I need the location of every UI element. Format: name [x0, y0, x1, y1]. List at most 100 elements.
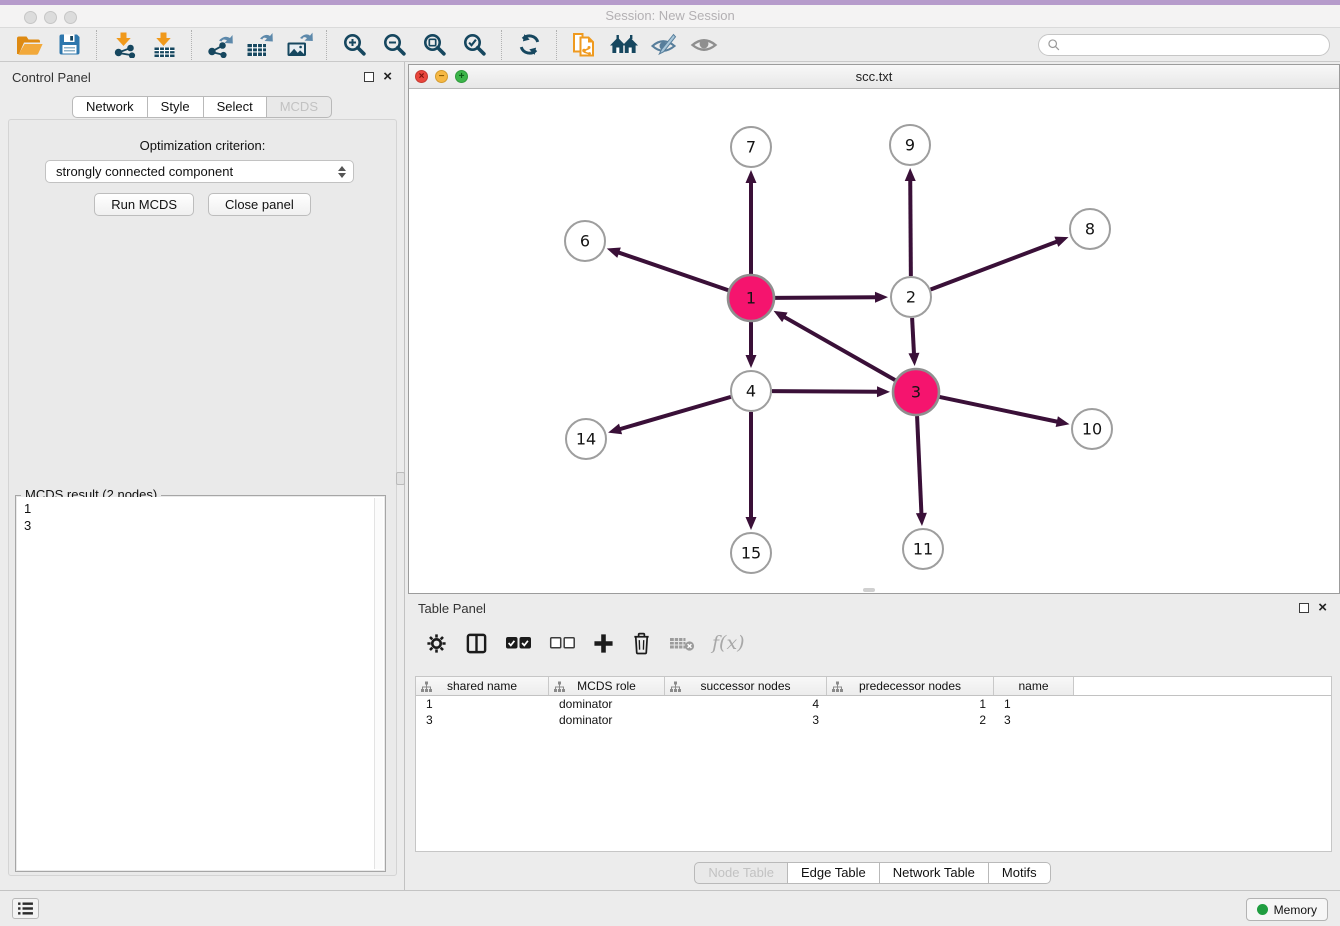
graph-edge-3-1[interactable]	[783, 316, 895, 380]
tab-network-table[interactable]: Network Table	[879, 862, 989, 884]
memory-status-icon	[1257, 904, 1268, 915]
mcds-panel: Optimization criterion: strongly connect…	[8, 119, 397, 876]
criterion-select[interactable]: strongly connected component	[45, 160, 354, 183]
export-network-icon[interactable]	[203, 30, 235, 60]
zoom-out-icon[interactable]	[378, 30, 410, 60]
zoom-fit-icon[interactable]	[418, 30, 450, 60]
graph-edge-arrow	[607, 247, 621, 257]
optimization-criterion-label: Optimization criterion:	[9, 138, 396, 153]
cell-shared-name[interactable]: 3	[416, 712, 549, 728]
cell-name[interactable]: 1	[994, 696, 1074, 712]
export-table-icon[interactable]	[243, 30, 275, 60]
import-network-icon[interactable]	[108, 30, 140, 60]
cell-successor-nodes[interactable]: 4	[665, 696, 827, 712]
float-panel-icon[interactable]	[364, 72, 374, 82]
graph-edge-arrow	[746, 517, 757, 530]
panel-divider-grip[interactable]	[396, 472, 405, 485]
control-panel-title: Control Panel	[12, 70, 91, 85]
column-header-successor-nodes[interactable]: successor nodes	[665, 677, 827, 695]
table-header-row: shared nameMCDS rolesuccessor nodesprede…	[416, 677, 1331, 696]
hide-graphics-details-icon[interactable]	[648, 30, 680, 60]
open-session-icon[interactable]	[13, 30, 45, 60]
list-icon	[17, 902, 34, 915]
tab-mcds[interactable]: MCDS	[266, 96, 332, 118]
column-header-name[interactable]: name	[994, 677, 1074, 695]
tab-style[interactable]: Style	[147, 96, 204, 118]
main-titlebar: Session: New Session	[0, 5, 1340, 28]
zoom-in-icon[interactable]	[338, 30, 370, 60]
task-history-button[interactable]	[12, 898, 39, 919]
graph-edge-3-10[interactable]	[939, 397, 1058, 422]
mcds-result-line: 3	[24, 517, 377, 534]
cell-shared-name[interactable]: 1	[416, 696, 549, 712]
show-graphics-details-icon[interactable]	[688, 30, 720, 60]
network-view-title: scc.txt	[409, 65, 1339, 89]
graph-node-label: 15	[741, 544, 761, 563]
tab-node-table[interactable]: Node Table	[694, 862, 788, 884]
graph-edge-arrow	[916, 513, 927, 526]
home-view-icon[interactable]	[608, 30, 640, 60]
table-row[interactable]: 1dominator411	[416, 696, 1331, 712]
column-header-predecessor-nodes[interactable]: predecessor nodes	[827, 677, 994, 695]
mcds-result-textarea[interactable]: 13	[17, 497, 384, 870]
graph-edge-1-2[interactable]	[775, 297, 877, 298]
graph-edge-2-8[interactable]	[931, 241, 1059, 289]
network-window-titlebar[interactable]: × − + scc.txt	[409, 65, 1339, 89]
select-all-columns-icon[interactable]	[505, 629, 532, 657]
unselect-all-columns-icon[interactable]	[549, 629, 576, 657]
graph-edge-3-11[interactable]	[917, 416, 921, 515]
graph-edge-arrow	[875, 292, 888, 303]
zoom-selected-icon[interactable]	[458, 30, 490, 60]
cell-MCDS-role[interactable]: dominator	[549, 712, 665, 728]
column-header-shared-name[interactable]: shared name	[416, 677, 549, 695]
save-session-icon[interactable]	[53, 30, 85, 60]
memory-button[interactable]: Memory	[1246, 898, 1328, 921]
graph-node-label: 10	[1082, 420, 1102, 439]
tab-edge-table[interactable]: Edge Table	[787, 862, 880, 884]
graph-edge-arrow	[746, 170, 757, 183]
table-settings-icon[interactable]	[425, 629, 448, 657]
close-panel-button[interactable]: Close panel	[208, 193, 311, 216]
close-panel-icon[interactable]: ×	[383, 72, 392, 82]
graph-node-label: 11	[913, 540, 933, 559]
graph-edge-4-14[interactable]	[619, 397, 731, 430]
cell-predecessor-nodes[interactable]: 2	[827, 712, 994, 728]
split-panel-icon[interactable]	[465, 629, 488, 657]
close-table-panel-icon[interactable]: ×	[1318, 603, 1327, 613]
graph-edge-2-9[interactable]	[910, 179, 911, 276]
tab-motifs[interactable]: Motifs	[988, 862, 1051, 884]
network-graph: 7968124314101511	[409, 89, 1339, 593]
graph-node-label: 14	[576, 430, 596, 449]
delete-column-icon[interactable]	[631, 629, 652, 657]
tab-network[interactable]: Network	[72, 96, 148, 118]
refresh-icon[interactable]	[513, 30, 545, 60]
graph-edge-1-6[interactable]	[617, 252, 728, 290]
function-builder-icon: f(x)	[712, 629, 745, 657]
run-mcds-button[interactable]: Run MCDS	[94, 193, 194, 216]
network-snapshot-icon[interactable]	[568, 30, 600, 60]
table-panel-tabs: Node TableEdge TableNetwork TableMotifs	[405, 862, 1340, 884]
column-header-MCDS-role[interactable]: MCDS role	[549, 677, 665, 695]
export-image-icon[interactable]	[283, 30, 315, 60]
canvas-resize-grip[interactable]	[863, 588, 875, 592]
graph-edge-2-3[interactable]	[912, 318, 914, 355]
graph-edge-arrow	[746, 355, 757, 368]
network-canvas[interactable]: 7968124314101511	[409, 89, 1339, 593]
graph-edge-4-3[interactable]	[772, 391, 879, 392]
import-table-icon[interactable]	[148, 30, 180, 60]
cell-successor-nodes[interactable]: 3	[665, 712, 827, 728]
memory-label: Memory	[1274, 903, 1317, 917]
add-column-icon[interactable]	[593, 629, 614, 657]
cell-predecessor-nodes[interactable]: 1	[827, 696, 994, 712]
tab-select[interactable]: Select	[203, 96, 267, 118]
search-input[interactable]	[1066, 38, 1321, 52]
cell-name[interactable]: 3	[994, 712, 1074, 728]
float-table-panel-icon[interactable]	[1299, 603, 1309, 613]
table-row[interactable]: 3dominator323	[416, 712, 1331, 728]
mcds-result-group: MCDS result (2 nodes) 13	[15, 495, 386, 872]
network-view-window: × − + scc.txt 7968124314101511	[408, 64, 1340, 594]
window-title: Session: New Session	[0, 5, 1340, 28]
control-panel-header: Control Panel ×	[0, 62, 404, 92]
result-scrollbar[interactable]	[374, 498, 383, 869]
cell-MCDS-role[interactable]: dominator	[549, 696, 665, 712]
